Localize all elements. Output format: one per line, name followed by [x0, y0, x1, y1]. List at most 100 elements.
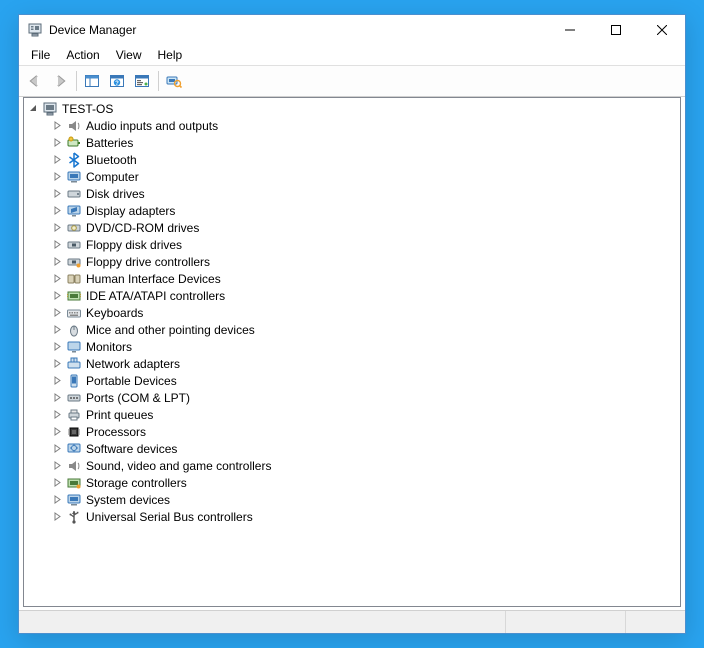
tree-node[interactable]: Disk drives — [24, 185, 680, 202]
twisty-collapsed-icon[interactable] — [50, 274, 64, 283]
tree-node[interactable]: Portable Devices — [24, 372, 680, 389]
tree-node[interactable]: Sound, video and game controllers — [24, 457, 680, 474]
twisty-collapsed-icon[interactable] — [50, 291, 64, 300]
tree-node[interactable]: Processors — [24, 423, 680, 440]
tree-node-label: Human Interface Devices — [86, 272, 221, 286]
tree-node[interactable]: Storage controllers — [24, 474, 680, 491]
tree-node-label: Bluetooth — [86, 153, 137, 167]
tree-node[interactable]: Universal Serial Bus controllers — [24, 508, 680, 525]
twisty-collapsed-icon[interactable] — [50, 172, 64, 181]
bluetooth-icon — [66, 152, 82, 168]
tree-node-label: Audio inputs and outputs — [86, 119, 218, 133]
show-hide-tree-button[interactable] — [80, 69, 104, 93]
menu-action[interactable]: Action — [58, 47, 107, 63]
mouse-icon — [66, 322, 82, 338]
status-cell — [505, 611, 625, 633]
menu-help[interactable]: Help — [150, 47, 191, 63]
twisty-collapsed-icon[interactable] — [50, 240, 64, 249]
twisty-expanded-icon[interactable] — [26, 104, 40, 113]
tree-node-label: Portable Devices — [86, 374, 177, 388]
tree-node[interactable]: Bluetooth — [24, 151, 680, 168]
tree-node-label: Processors — [86, 425, 146, 439]
tree-node[interactable]: Computer — [24, 168, 680, 185]
twisty-collapsed-icon[interactable] — [50, 223, 64, 232]
twisty-collapsed-icon[interactable] — [50, 206, 64, 215]
tree-node-label: Mice and other pointing devices — [86, 323, 255, 337]
tree-node[interactable]: Print queues — [24, 406, 680, 423]
tree-node-label: Computer — [86, 170, 139, 184]
tree-node[interactable]: Keyboards — [24, 304, 680, 321]
tree-node[interactable]: System devices — [24, 491, 680, 508]
device-tree[interactable]: TEST-OS Audio inputs and outputs Batterie… — [23, 97, 681, 607]
tree-node[interactable]: Software devices — [24, 440, 680, 457]
tree-node[interactable]: Mice and other pointing devices — [24, 321, 680, 338]
twisty-collapsed-icon[interactable] — [50, 512, 64, 521]
svg-text:?: ? — [115, 81, 119, 87]
tree-node-label: Display adapters — [86, 204, 175, 218]
tree-node[interactable]: Batteries — [24, 134, 680, 151]
menu-file[interactable]: File — [23, 47, 58, 63]
twisty-collapsed-icon[interactable] — [50, 478, 64, 487]
back-button[interactable] — [23, 69, 47, 93]
twisty-collapsed-icon[interactable] — [50, 189, 64, 198]
menu-bar: File Action View Help — [19, 45, 685, 66]
close-button[interactable] — [639, 15, 685, 45]
software-icon — [66, 441, 82, 457]
tree-node[interactable]: Human Interface Devices — [24, 270, 680, 287]
twisty-collapsed-icon[interactable] — [50, 257, 64, 266]
maximize-button[interactable] — [593, 15, 639, 45]
window-title: Device Manager — [49, 23, 547, 37]
status-bar — [19, 610, 685, 633]
tree-node[interactable]: Display adapters — [24, 202, 680, 219]
tree-node[interactable]: Floppy drive controllers — [24, 253, 680, 270]
tree-node[interactable]: Monitors — [24, 338, 680, 355]
minimize-button[interactable] — [547, 15, 593, 45]
scan-hardware-button[interactable] — [162, 69, 186, 93]
twisty-collapsed-icon[interactable] — [50, 427, 64, 436]
twisty-collapsed-icon[interactable] — [50, 138, 64, 147]
tree-node-label: Ports (COM & LPT) — [86, 391, 190, 405]
tree-node-label: Software devices — [86, 442, 177, 456]
battery-icon — [66, 135, 82, 151]
twisty-collapsed-icon[interactable] — [50, 376, 64, 385]
storage-icon — [66, 475, 82, 491]
twisty-collapsed-icon[interactable] — [50, 359, 64, 368]
tree-node-label: Network adapters — [86, 357, 180, 371]
tree-node[interactable]: Ports (COM & LPT) — [24, 389, 680, 406]
menu-view[interactable]: View — [108, 47, 150, 63]
tree-node[interactable]: IDE ATA/ATAPI controllers — [24, 287, 680, 304]
tree-node-label: Batteries — [86, 136, 133, 150]
tree-node[interactable]: Audio inputs and outputs — [24, 117, 680, 134]
tree-node[interactable]: Network adapters — [24, 355, 680, 372]
twisty-collapsed-icon[interactable] — [50, 393, 64, 402]
twisty-collapsed-icon[interactable] — [50, 342, 64, 351]
tree-node-label: DVD/CD-ROM drives — [86, 221, 199, 235]
tree-node-label: Sound, video and game controllers — [86, 459, 271, 473]
twisty-collapsed-icon[interactable] — [50, 461, 64, 470]
twisty-collapsed-icon[interactable] — [50, 308, 64, 317]
ports-icon — [66, 390, 82, 406]
tree-node-label: Keyboards — [86, 306, 143, 320]
tree-node-label: Disk drives — [86, 187, 145, 201]
twisty-collapsed-icon[interactable] — [50, 121, 64, 130]
forward-button[interactable] — [48, 69, 72, 93]
help-button[interactable]: ? — [105, 69, 129, 93]
twisty-collapsed-icon[interactable] — [50, 495, 64, 504]
tree-node[interactable]: DVD/CD-ROM drives — [24, 219, 680, 236]
tree-node[interactable]: Floppy disk drives — [24, 236, 680, 253]
twisty-collapsed-icon[interactable] — [50, 410, 64, 419]
system-icon — [66, 492, 82, 508]
disk-icon — [66, 186, 82, 202]
optical-icon — [66, 220, 82, 236]
tree-node-label: Storage controllers — [86, 476, 187, 490]
floppy-icon — [66, 237, 82, 253]
twisty-collapsed-icon[interactable] — [50, 444, 64, 453]
display-icon — [66, 203, 82, 219]
audio-icon — [66, 118, 82, 134]
twisty-collapsed-icon[interactable] — [50, 325, 64, 334]
properties-button[interactable] — [130, 69, 154, 93]
printer-icon — [66, 407, 82, 423]
tree-root-node[interactable]: TEST-OS — [24, 100, 680, 117]
twisty-collapsed-icon[interactable] — [50, 155, 64, 164]
tree-node-label: Print queues — [86, 408, 153, 422]
